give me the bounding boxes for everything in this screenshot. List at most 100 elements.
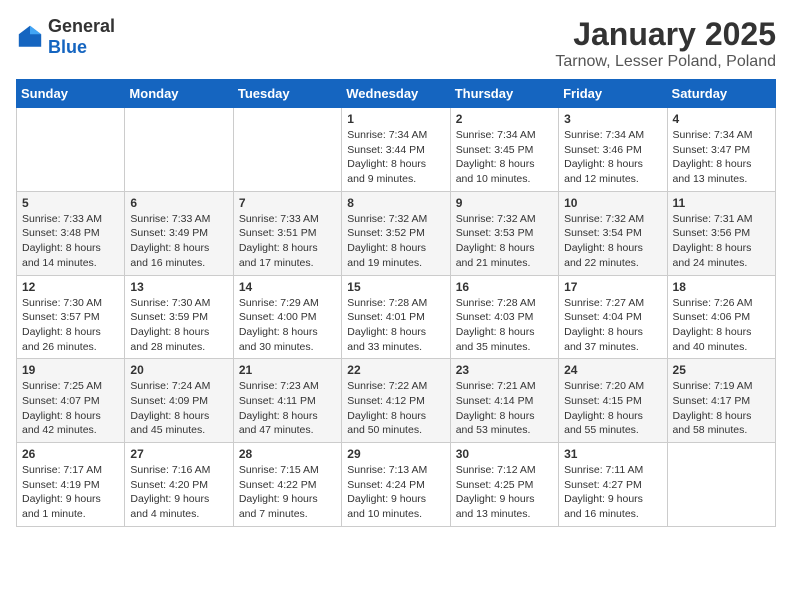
calendar-cell: 26Sunrise: 7:17 AM Sunset: 4:19 PM Dayli… <box>17 443 125 527</box>
day-number: 3 <box>564 112 661 126</box>
day-number: 4 <box>673 112 770 126</box>
day-number: 19 <box>22 363 119 377</box>
weekday-header-wednesday: Wednesday <box>342 80 450 108</box>
day-info: Sunrise: 7:30 AM Sunset: 3:57 PM Dayligh… <box>22 296 119 355</box>
calendar-cell: 1 Sunrise: 7:34 AM Sunset: 3:44 PM Daylig… <box>342 108 450 192</box>
day-number: 9 <box>456 196 553 210</box>
day-info: Sunrise: 7:25 AM Sunset: 4:07 PM Dayligh… <box>22 379 119 438</box>
day-number: 14 <box>239 280 336 294</box>
day-number: 16 <box>456 280 553 294</box>
day-number: 11 <box>673 196 770 210</box>
day-info: Sunrise: 7:27 AM Sunset: 4:04 PM Dayligh… <box>564 296 661 355</box>
day-info: Sunrise: 7:26 AM Sunset: 4:06 PM Dayligh… <box>673 296 770 355</box>
day-info: Sunrise: 7:17 AM Sunset: 4:19 PM Dayligh… <box>22 463 119 522</box>
weekday-header-row: SundayMondayTuesdayWednesdayThursdayFrid… <box>17 80 776 108</box>
day-info: Sunrise: 7:34 AM Sunset: 3:47 PM Dayligh… <box>673 128 770 187</box>
calendar-cell: 10Sunrise: 7:32 AM Sunset: 3:54 PM Dayli… <box>559 191 667 275</box>
day-info: Sunrise: 7:20 AM Sunset: 4:15 PM Dayligh… <box>564 379 661 438</box>
calendar-cell: 4 Sunrise: 7:34 AM Sunset: 3:47 PM Daylig… <box>667 108 775 192</box>
calendar-cell: 30Sunrise: 7:12 AM Sunset: 4:25 PM Dayli… <box>450 443 558 527</box>
day-info: Sunrise: 7:33 AM Sunset: 3:51 PM Dayligh… <box>239 212 336 271</box>
day-info: Sunrise: 7:32 AM Sunset: 3:53 PM Dayligh… <box>456 212 553 271</box>
calendar-cell <box>233 108 341 192</box>
day-info: Sunrise: 7:32 AM Sunset: 3:52 PM Dayligh… <box>347 212 444 271</box>
calendar-cell: 7 Sunrise: 7:33 AM Sunset: 3:51 PM Daylig… <box>233 191 341 275</box>
logo-icon <box>16 23 44 51</box>
day-number: 2 <box>456 112 553 126</box>
calendar-row: 1 Sunrise: 7:34 AM Sunset: 3:44 PM Daylig… <box>17 108 776 192</box>
day-number: 17 <box>564 280 661 294</box>
day-number: 23 <box>456 363 553 377</box>
calendar-cell: 22 Sunrise: 7:22 AM Sunset: 4:12 PM Dayli… <box>342 359 450 443</box>
weekday-header-monday: Monday <box>125 80 233 108</box>
day-number: 5 <box>22 196 119 210</box>
day-number: 28 <box>239 447 336 461</box>
day-info: Sunrise: 7:16 AM Sunset: 4:20 PM Dayligh… <box>130 463 227 522</box>
calendar-cell <box>17 108 125 192</box>
calendar-cell: 8Sunrise: 7:32 AM Sunset: 3:52 PM Daylig… <box>342 191 450 275</box>
day-number: 7 <box>239 196 336 210</box>
day-info: Sunrise: 7:15 AM Sunset: 4:22 PM Dayligh… <box>239 463 336 522</box>
day-number: 24 <box>564 363 661 377</box>
calendar-cell <box>667 443 775 527</box>
calendar-cell: 9 Sunrise: 7:32 AM Sunset: 3:53 PM Daylig… <box>450 191 558 275</box>
calendar-row: 26Sunrise: 7:17 AM Sunset: 4:19 PM Dayli… <box>17 443 776 527</box>
day-info: Sunrise: 7:23 AM Sunset: 4:11 PM Dayligh… <box>239 379 336 438</box>
weekday-header-saturday: Saturday <box>667 80 775 108</box>
day-number: 12 <box>22 280 119 294</box>
day-number: 22 <box>347 363 444 377</box>
calendar-cell <box>125 108 233 192</box>
day-info: Sunrise: 7:33 AM Sunset: 3:49 PM Dayligh… <box>130 212 227 271</box>
calendar-cell: 25 Sunrise: 7:19 AM Sunset: 4:17 PM Dayli… <box>667 359 775 443</box>
day-info: Sunrise: 7:32 AM Sunset: 3:54 PM Dayligh… <box>564 212 661 271</box>
page-header: General Blue January 2025 Tarnow, Lesser… <box>16 16 776 71</box>
day-number: 18 <box>673 280 770 294</box>
location-title: Tarnow, Lesser Poland, Poland <box>555 53 776 71</box>
logo-blue: Blue <box>48 37 87 57</box>
calendar-cell: 2Sunrise: 7:34 AM Sunset: 3:45 PM Daylig… <box>450 108 558 192</box>
calendar-row: 5 Sunrise: 7:33 AM Sunset: 3:48 PM Daylig… <box>17 191 776 275</box>
day-number: 15 <box>347 280 444 294</box>
calendar-cell: 21 Sunrise: 7:23 AM Sunset: 4:11 PM Dayli… <box>233 359 341 443</box>
calendar-cell: 5 Sunrise: 7:33 AM Sunset: 3:48 PM Daylig… <box>17 191 125 275</box>
month-title: January 2025 <box>555 16 776 53</box>
calendar-cell: 29 Sunrise: 7:13 AM Sunset: 4:24 PM Dayli… <box>342 443 450 527</box>
calendar-cell: 17 Sunrise: 7:27 AM Sunset: 4:04 PM Dayli… <box>559 275 667 359</box>
calendar-row: 19 Sunrise: 7:25 AM Sunset: 4:07 PM Dayli… <box>17 359 776 443</box>
day-number: 29 <box>347 447 444 461</box>
day-number: 31 <box>564 447 661 461</box>
calendar-cell: 20Sunrise: 7:24 AM Sunset: 4:09 PM Dayli… <box>125 359 233 443</box>
calendar-cell: 31Sunrise: 7:11 AM Sunset: 4:27 PM Dayli… <box>559 443 667 527</box>
logo: General Blue <box>16 16 115 58</box>
day-number: 13 <box>130 280 227 294</box>
calendar-cell: 13Sunrise: 7:30 AM Sunset: 3:59 PM Dayli… <box>125 275 233 359</box>
calendar-cell: 28 Sunrise: 7:15 AM Sunset: 4:22 PM Dayli… <box>233 443 341 527</box>
day-number: 27 <box>130 447 227 461</box>
day-info: Sunrise: 7:12 AM Sunset: 4:25 PM Dayligh… <box>456 463 553 522</box>
day-number: 6 <box>130 196 227 210</box>
day-info: Sunrise: 7:34 AM Sunset: 3:46 PM Dayligh… <box>564 128 661 187</box>
day-info: Sunrise: 7:33 AM Sunset: 3:48 PM Dayligh… <box>22 212 119 271</box>
day-number: 20 <box>130 363 227 377</box>
day-number: 25 <box>673 363 770 377</box>
day-number: 21 <box>239 363 336 377</box>
calendar-cell: 19 Sunrise: 7:25 AM Sunset: 4:07 PM Dayli… <box>17 359 125 443</box>
day-info: Sunrise: 7:34 AM Sunset: 3:44 PM Dayligh… <box>347 128 444 187</box>
day-info: Sunrise: 7:31 AM Sunset: 3:56 PM Dayligh… <box>673 212 770 271</box>
calendar-cell: 3 Sunrise: 7:34 AM Sunset: 3:46 PM Daylig… <box>559 108 667 192</box>
calendar-cell: 27 Sunrise: 7:16 AM Sunset: 4:20 PM Dayli… <box>125 443 233 527</box>
logo-general: General <box>48 16 115 36</box>
calendar-cell: 12 Sunrise: 7:30 AM Sunset: 3:57 PM Dayli… <box>17 275 125 359</box>
weekday-header-sunday: Sunday <box>17 80 125 108</box>
day-info: Sunrise: 7:22 AM Sunset: 4:12 PM Dayligh… <box>347 379 444 438</box>
day-info: Sunrise: 7:13 AM Sunset: 4:24 PM Dayligh… <box>347 463 444 522</box>
day-info: Sunrise: 7:21 AM Sunset: 4:14 PM Dayligh… <box>456 379 553 438</box>
day-info: Sunrise: 7:29 AM Sunset: 4:00 PM Dayligh… <box>239 296 336 355</box>
calendar-cell: 24 Sunrise: 7:20 AM Sunset: 4:15 PM Dayli… <box>559 359 667 443</box>
weekday-header-thursday: Thursday <box>450 80 558 108</box>
calendar-cell: 14 Sunrise: 7:29 AM Sunset: 4:00 PM Dayli… <box>233 275 341 359</box>
day-number: 1 <box>347 112 444 126</box>
calendar-table: SundayMondayTuesdayWednesdayThursdayFrid… <box>16 79 776 527</box>
day-info: Sunrise: 7:19 AM Sunset: 4:17 PM Dayligh… <box>673 379 770 438</box>
day-info: Sunrise: 7:28 AM Sunset: 4:03 PM Dayligh… <box>456 296 553 355</box>
